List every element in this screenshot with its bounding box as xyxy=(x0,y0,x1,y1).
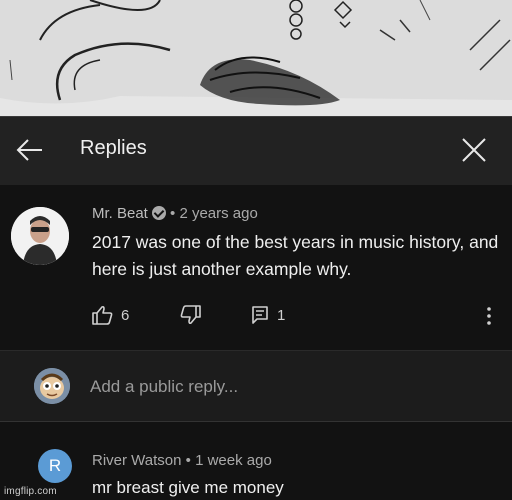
more-icon[interactable] xyxy=(482,306,496,326)
comment-time: 2 years ago xyxy=(179,205,258,222)
like-button[interactable]: 6 xyxy=(91,305,129,325)
reply-time: 1 week ago xyxy=(195,452,272,469)
watermark: imgflip.com xyxy=(4,486,57,497)
reply-author[interactable]: River Watson xyxy=(92,452,181,469)
like-count: 6 xyxy=(121,306,130,324)
close-icon[interactable] xyxy=(460,136,488,164)
comment-meta: Mr. Beat • 2 years ago xyxy=(92,205,258,222)
reply-text: mr breast give me money xyxy=(92,478,284,497)
page-title: Replies xyxy=(80,137,147,159)
avatar-photo xyxy=(11,207,69,265)
reply-count: 1 xyxy=(277,306,286,324)
comment-text: 2017 was one of the best years in music … xyxy=(92,232,499,279)
reply-meta: River Watson • 1 week ago xyxy=(92,452,272,469)
comment-author[interactable]: Mr. Beat xyxy=(92,205,148,222)
thumbs-up-icon xyxy=(92,305,113,325)
back-arrow-icon[interactable] xyxy=(16,137,44,163)
reply-icon xyxy=(252,306,268,324)
thumbs-down-icon xyxy=(180,305,201,325)
reply-input[interactable] xyxy=(90,375,470,399)
video-thumbnail-art xyxy=(0,0,512,116)
replies-header xyxy=(0,116,512,186)
reply-avatar[interactable]: R xyxy=(38,449,72,483)
reply-count-button[interactable]: 1 xyxy=(251,305,285,325)
user-avatar-image xyxy=(34,368,70,404)
meta-separator: • xyxy=(181,452,196,469)
verified-icon xyxy=(151,206,166,220)
user-avatar[interactable] xyxy=(34,368,70,404)
cartoon-drawing xyxy=(0,0,512,116)
avatar[interactable] xyxy=(11,207,69,265)
dislike-button[interactable] xyxy=(180,305,202,325)
